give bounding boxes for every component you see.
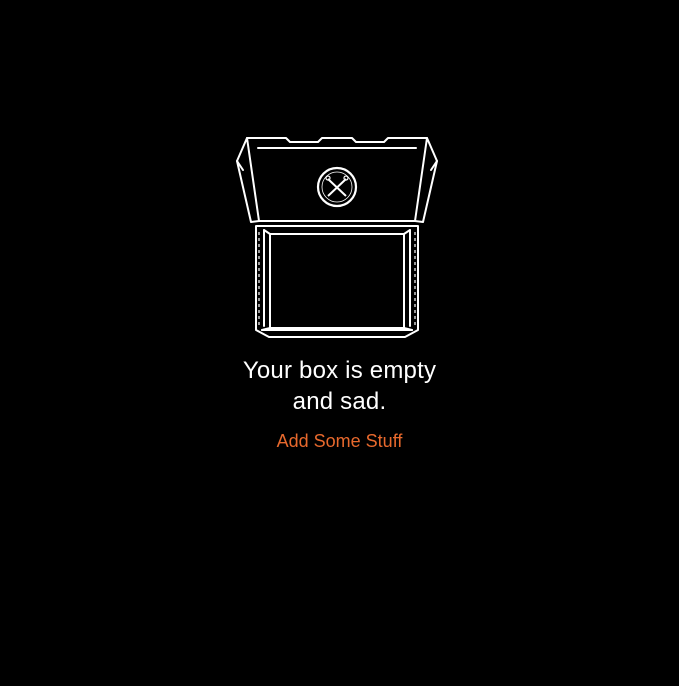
cta-container: Add Some Stuff (0, 431, 679, 452)
empty-message-line-1: Your box is empty (242, 357, 437, 384)
empty-box-message: Your box is empty and sad. (0, 355, 679, 417)
open-box-icon (236, 137, 438, 338)
add-some-stuff-link[interactable]: Add Some Stuff (277, 431, 403, 451)
empty-message-line-2: and sad. (292, 388, 387, 415)
empty-cart-page: Your box is empty and sad. Add Some Stuf… (0, 0, 679, 686)
crossed-tools-emblem-icon (316, 166, 358, 208)
